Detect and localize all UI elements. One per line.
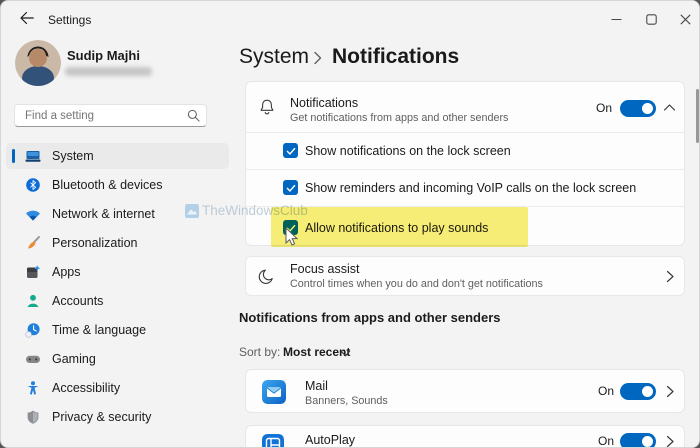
close-icon [680, 14, 691, 25]
chevron-down-icon[interactable] [340, 350, 351, 358]
sidebar-item-label: Time & language [52, 317, 146, 343]
sidebar-item-network[interactable]: Network & internet [6, 201, 229, 227]
focus-assist-card[interactable]: Focus assist Control times when you do a… [245, 256, 685, 296]
search-icon [187, 109, 200, 122]
sidebar-item-label: Gaming [52, 346, 96, 372]
focus-assist-title: Focus assist [290, 262, 359, 276]
toggle-knob [642, 436, 653, 447]
notifications-subtitle: Get notifications from apps and other se… [290, 112, 508, 124]
avatar [15, 40, 61, 86]
sidebar-item-label: Bluetooth & devices [52, 172, 163, 198]
sidebar-item-accounts[interactable]: Accounts [6, 288, 229, 314]
breadcrumb-system[interactable]: System [239, 45, 309, 69]
minimize-button[interactable] [603, 9, 629, 29]
checkbox-reminders-voip[interactable] [283, 180, 298, 195]
app-toggle-label: On [598, 434, 614, 448]
breadcrumb-chevron-icon [312, 51, 323, 65]
sidebar-item-apps[interactable]: Apps [6, 259, 229, 285]
mail-toggle[interactable] [620, 383, 656, 400]
separator [246, 132, 684, 133]
apps-section-header: Notifications from apps and other sender… [239, 310, 501, 325]
sidebar-item-bluetooth[interactable]: Bluetooth & devices [6, 172, 229, 198]
user-name: Sudip Majhi [67, 48, 140, 63]
app-toggle-label: On [598, 384, 614, 398]
separator [246, 206, 684, 207]
bell-icon [258, 98, 276, 117]
sidebar-item-personalization[interactable]: Personalization [6, 230, 229, 256]
sidebar-item-label: Accounts [52, 288, 103, 314]
sidebar-item-label: Accessibility [52, 375, 120, 401]
sidebar-item-label: Network & internet [52, 201, 155, 227]
page-title: Notifications [332, 45, 459, 69]
sidebar-item-system[interactable]: System [6, 143, 229, 169]
settings-window: Settings Sudip Majhi [0, 0, 700, 448]
scrollbar-thumb[interactable] [696, 89, 699, 143]
chevron-right-icon [666, 435, 675, 448]
maximize-button[interactable] [638, 9, 664, 29]
autoplay-notification-row[interactable]: AutoPlay Banners, Sounds On [245, 425, 685, 448]
check-icon [285, 222, 297, 234]
window-title: Settings [48, 13, 91, 27]
sidebar-item-privacy[interactable]: Privacy & security [6, 404, 229, 430]
checkbox-label[interactable]: Show reminders and incoming VoIP calls o… [305, 181, 636, 195]
notifications-toggle[interactable] [620, 100, 656, 117]
chevron-right-icon [666, 385, 675, 398]
separator [246, 169, 684, 170]
sidebar-item-time-language[interactable]: Time & language [6, 317, 229, 343]
sidebar-item-label: Privacy & security [52, 404, 151, 430]
bluetooth-icon [25, 177, 41, 193]
check-icon [285, 182, 297, 194]
notifications-card: Notifications Get notifications from app… [245, 81, 685, 246]
accessibility-icon [25, 380, 41, 396]
system-icon [25, 148, 41, 164]
checkbox-play-sounds[interactable] [283, 220, 298, 235]
gaming-icon [25, 351, 41, 367]
checkbox-label[interactable]: Show notifications on the lock screen [305, 144, 511, 158]
sort-by-label: Sort by: [239, 345, 280, 359]
autoplay-toggle[interactable] [620, 433, 656, 448]
back-arrow-icon [19, 10, 35, 26]
personalization-icon [25, 235, 41, 251]
network-icon [25, 206, 41, 222]
sidebar-item-gaming[interactable]: Gaming [6, 346, 229, 372]
mail-notification-row[interactable]: Mail Banners, Sounds On [245, 369, 685, 413]
focus-assist-subtitle: Control times when you do and don't get … [290, 278, 543, 290]
toggle-knob [642, 103, 653, 114]
time-language-icon [25, 322, 41, 338]
maximize-icon [646, 14, 657, 25]
accounts-icon [25, 293, 41, 309]
user-email-redacted [65, 67, 152, 76]
selected-indicator [12, 149, 15, 163]
checkbox-label[interactable]: Allow notifications to play sounds [305, 221, 488, 235]
apps-icon [25, 264, 41, 280]
privacy-icon [25, 409, 41, 425]
notifications-toggle-label: On [596, 101, 612, 115]
close-button[interactable] [672, 9, 698, 29]
moon-icon [258, 268, 275, 286]
mail-icon [262, 380, 286, 404]
sidebar-item-label: System [52, 143, 94, 169]
chevron-up-icon[interactable] [663, 103, 676, 112]
chevron-right-icon [666, 270, 675, 283]
app-subtitle: Banners, Sounds [305, 395, 388, 407]
check-icon [285, 145, 297, 157]
search-input[interactable] [14, 104, 207, 127]
sidebar-item-label: Personalization [52, 230, 137, 256]
back-button[interactable] [19, 10, 39, 28]
sidebar-item-label: Apps [52, 259, 81, 285]
app-name: AutoPlay [305, 433, 355, 447]
app-name: Mail [305, 379, 328, 393]
autoplay-icon [262, 434, 284, 448]
checkbox-lock-screen-notifications[interactable] [283, 143, 298, 158]
toggle-knob [642, 386, 653, 397]
notifications-title: Notifications [290, 96, 358, 110]
sidebar-item-accessibility[interactable]: Accessibility [6, 375, 229, 401]
minimize-icon [611, 14, 622, 25]
